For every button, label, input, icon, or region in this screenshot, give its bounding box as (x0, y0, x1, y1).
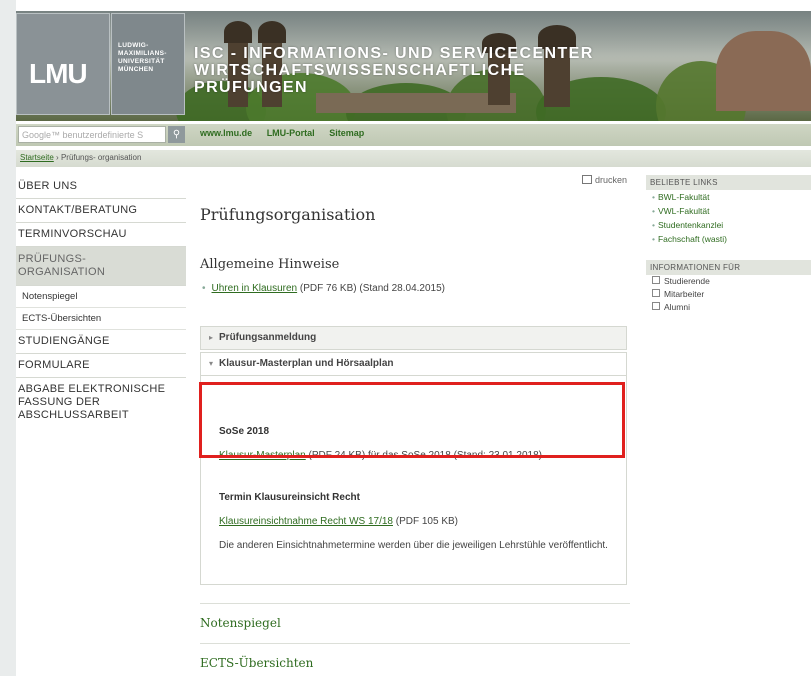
popular-links-heading: BELIEBTE LINKS (646, 175, 811, 190)
popular-link-label: Fachschaft (wasti) (657, 234, 727, 244)
logo-subtitle-line: MAXIMILIANS- (118, 50, 167, 57)
sidebar-nav: ÜBER UNS KONTAKT/BERATUNG TERMINVORSCHAU… (16, 175, 186, 427)
page-title: Prüfungsorganisation (200, 205, 376, 224)
einsicht-link[interactable]: Klausureinsichtnahme Recht WS 17/18 (219, 516, 393, 527)
link-lmu-de[interactable]: www.lmu.de (200, 128, 252, 138)
right-sidebar: BELIEBTE LINKS • BWL-Fakultät • VWL-Fakult… (646, 175, 811, 314)
magnifier-icon: ⚲ (172, 129, 181, 140)
bullet-icon: • (652, 220, 655, 230)
info-for-heading: INFORMATIONEN FÜR (646, 260, 811, 275)
popular-link-label: Studentenkanzlei (657, 220, 724, 230)
breadcrumb-separator: › (56, 153, 59, 162)
top-links: www.lmu.de LMU-Portal Sitemap (200, 128, 376, 138)
header-banner: LMU LUDWIG- MAXIMILIANS- UNIVERSITÄT MÜN… (16, 11, 811, 121)
sidebar-item-terminvorschau[interactable]: TERMINVORSCHAU (16, 223, 186, 247)
sidebar-subitem-notenspiegel[interactable]: Notenspiegel (16, 286, 186, 308)
sidebar-item-pruefungsorganisation[interactable]: PRÜFUNGS- ORGANISATION (16, 247, 186, 286)
bullet-icon: • (202, 283, 206, 294)
popular-link-label: BWL-Fakultät (657, 192, 710, 202)
highlight-box (199, 382, 625, 458)
uhren-link[interactable]: Uhren in Klausuren (212, 283, 298, 294)
print-button[interactable]: drucken (581, 175, 627, 185)
einsicht-note: Die anderen Einsichtnahmetermine werden … (219, 540, 608, 551)
logo-text: LMU (29, 58, 88, 89)
search-button[interactable]: ⚲ (168, 126, 185, 143)
bullet-icon: • (652, 206, 655, 216)
list-item: • Uhren in Klausuren (PDF 76 KB) (Stand 2… (202, 283, 445, 294)
banner-title-line-2: WIRTSCHAFTSWISSENSCHAFTLICHE PRÜFUNGEN (194, 62, 526, 96)
accordion-label: Klausur-Masterplan und Hörsaalplan (219, 358, 394, 369)
section-title: Allgemeine Hinweise (200, 257, 340, 272)
sidebar-item-studiengaenge[interactable]: STUDIENGÄNGE (16, 330, 186, 354)
sidebar-item-formulare[interactable]: FORMULARE (16, 354, 186, 378)
accordion-header[interactable]: ▾ Klausur-Masterplan und Hörsaalplan (200, 352, 627, 376)
info-link[interactable]: Alumni (646, 301, 811, 314)
top-navbar: Google™ benutzerdefinierte S ⚲ www.lmu.d… (16, 124, 811, 146)
einsicht-title: Termin Klausureinsicht Recht (219, 492, 360, 503)
einsicht-block: Termin Klausureinsicht Recht Klausureins… (201, 492, 619, 553)
chevron-right-icon: ▸ (209, 333, 214, 342)
banner-title-line-1: ISC - INFORMATIONS- UND SERVICECENTER (194, 45, 594, 62)
info-link-label: Studierende (664, 276, 710, 286)
popular-link-label: VWL-Fakultät (657, 206, 710, 216)
info-link-label: Alumni (664, 302, 690, 312)
logo-subtitle-line: MÜNCHEN (118, 66, 154, 73)
einsicht-info: (PDF 105 KB) (392, 516, 459, 527)
sidebar-item-label: ORGANISATION (18, 266, 106, 278)
printer-icon (581, 175, 592, 184)
sidebar-item-label: PRÜFUNGS- (18, 253, 87, 265)
popular-link[interactable]: • VWL-Fakultät (646, 204, 811, 218)
bullet-icon: • (652, 192, 655, 202)
sidebar-item-abgabe[interactable]: ABGABE ELEKTRONISCHE FASSUNG DER ABSCHLU… (16, 378, 186, 427)
search-input[interactable]: Google™ benutzerdefinierte S (18, 126, 166, 143)
sidebar-item-kontakt[interactable]: KONTAKT/BERATUNG (16, 199, 186, 223)
print-label: drucken (594, 175, 627, 185)
accordion-pruefungsanmeldung[interactable]: ▸ Prüfungsanmeldung (200, 326, 627, 350)
logo-subtitle-line: UNIVERSITÄT (118, 58, 165, 65)
chevron-down-icon: ▾ (209, 359, 214, 368)
popular-link[interactable]: • BWL-Fakultät (646, 190, 811, 204)
sidebar-item-ueber-uns[interactable]: ÜBER UNS (16, 175, 186, 199)
sidebar-item-label: ABSCHLUSSARBEIT (18, 409, 129, 421)
uhren-info: (PDF 76 KB) (Stand 28.04.2015) (297, 283, 445, 294)
expand-box-icon (652, 289, 660, 297)
sidebar-subitem-ects[interactable]: ECTS-Übersichten (16, 308, 186, 330)
breadcrumb-current: Prüfungs- organisation (60, 153, 142, 162)
expand-box-icon (652, 302, 660, 310)
bullet-icon: • (652, 234, 655, 244)
accordion-label: Prüfungsanmeldung (219, 332, 317, 343)
ects-link[interactable]: ECTS-Übersichten (200, 643, 630, 670)
breadcrumb: Startseite › Prüfungs- organisation (16, 150, 811, 167)
sidebar-item-label: ABGABE ELEKTRONISCHE (18, 383, 166, 395)
banner-title: ISC - INFORMATIONS- UND SERVICECENTER WI… (194, 45, 634, 96)
info-link-label: Mitarbeiter (664, 289, 705, 299)
popular-link[interactable]: • Studentenkanzlei (646, 218, 811, 232)
notenspiegel-link[interactable]: Notenspiegel (200, 603, 630, 630)
university-name-block: LUDWIG- MAXIMILIANS- UNIVERSITÄT MÜNCHEN (111, 13, 185, 115)
breadcrumb-home[interactable]: Startseite (20, 153, 54, 162)
link-lmu-portal[interactable]: LMU-Portal (267, 128, 315, 138)
info-link[interactable]: Mitarbeiter (646, 288, 811, 301)
info-link[interactable]: Studierende (646, 275, 811, 288)
lmu-logo[interactable]: LMU (16, 13, 110, 115)
expand-box-icon (652, 276, 660, 284)
link-sitemap[interactable]: Sitemap (329, 128, 364, 138)
popular-link[interactable]: • Fachschaft (wasti) (646, 232, 811, 246)
logo-subtitle-line: LUDWIG- (118, 42, 149, 49)
sidebar-item-label: FASSUNG DER (18, 396, 101, 408)
